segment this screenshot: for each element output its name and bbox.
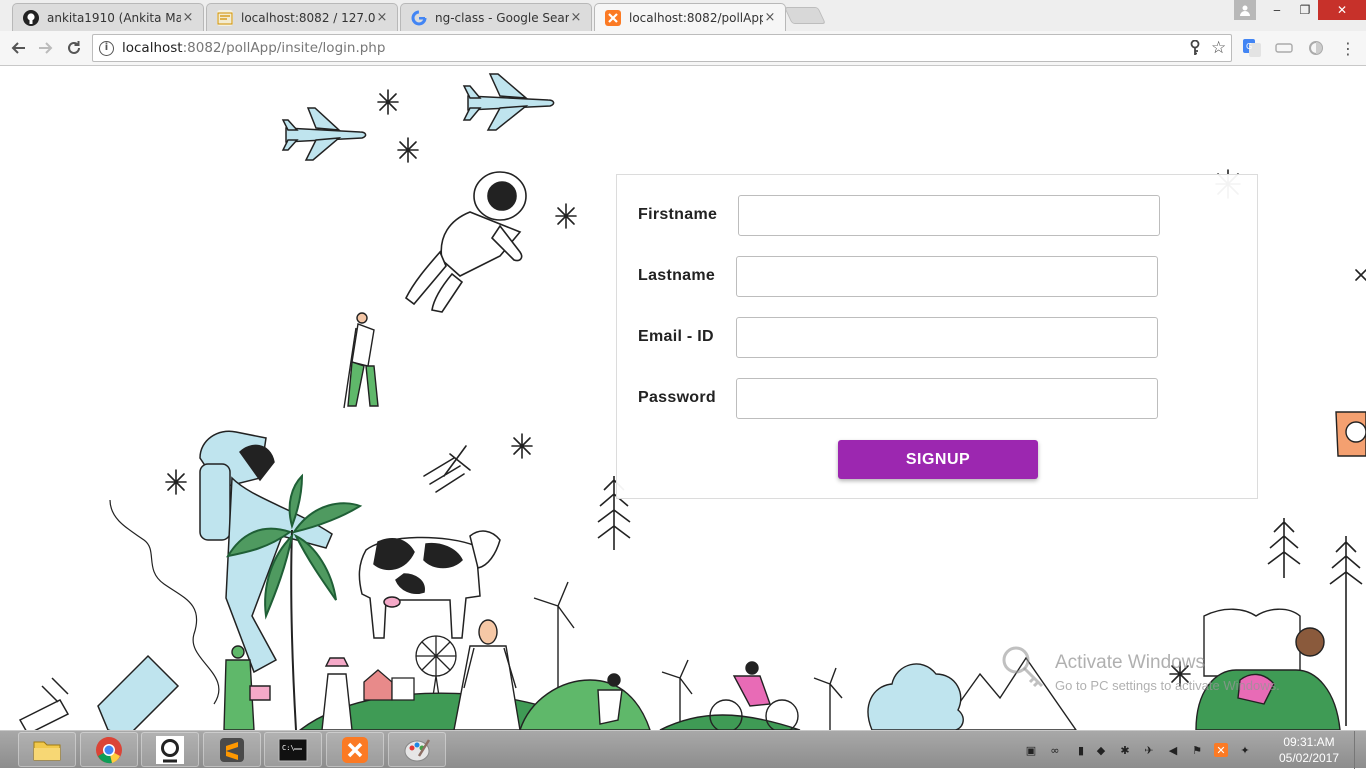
barn-illustration xyxy=(363,669,415,701)
woman-illustration xyxy=(453,619,521,730)
signup-form: Firstname Lastname Email - ID Password S… xyxy=(616,174,1258,499)
star-icon xyxy=(377,89,399,115)
tab-close-icon[interactable]: × xyxy=(763,10,777,25)
chrome-menu-icon[interactable]: ⋮ xyxy=(1339,39,1357,58)
reload-icon[interactable] xyxy=(61,35,87,61)
github-icon xyxy=(23,9,39,26)
tab-close-icon[interactable]: × xyxy=(181,10,195,25)
extension-icon[interactable] xyxy=(1307,39,1325,57)
google-translate-icon[interactable]: G xyxy=(1243,39,1261,57)
system-clock[interactable]: 09:31:AM 05/02/2017 xyxy=(1272,734,1346,766)
tab-title: ng-class - Google Search xyxy=(435,10,569,25)
page-content: Firstname Lastname Email - ID Password S… xyxy=(0,66,1366,730)
star-icon xyxy=(555,203,577,229)
key-icon[interactable] xyxy=(1189,39,1201,60)
bookmark-star-icon[interactable]: ☆ xyxy=(1211,38,1226,58)
battery-icon[interactable]: ▮ xyxy=(1074,743,1088,757)
cow-illustration xyxy=(358,530,501,639)
bush-illustration xyxy=(867,663,964,730)
clock-date: 05/02/2017 xyxy=(1278,751,1340,765)
airplane-icon xyxy=(281,107,367,161)
email-row: Email - ID xyxy=(617,317,1259,359)
astronaut-illustration xyxy=(404,171,527,313)
watermark-title: Activate Windows xyxy=(1055,652,1205,673)
forward-arrow-icon[interactable] xyxy=(33,35,59,61)
command-prompt-icon[interactable]: C:\ xyxy=(264,732,322,767)
chrome-icon[interactable] xyxy=(80,732,138,767)
person-peeking-illustration xyxy=(1335,411,1366,457)
app-icon[interactable] xyxy=(141,732,199,767)
lastname-row: Lastname xyxy=(617,256,1259,298)
star-icon xyxy=(511,433,533,459)
paint-icon[interactable] xyxy=(388,732,446,767)
password-row: Password xyxy=(617,378,1259,420)
minimize-button[interactable]: ‒ xyxy=(1264,0,1290,20)
volume-muted-icon[interactable]: ◀ xyxy=(1166,743,1180,757)
xampp-icon xyxy=(605,9,621,26)
farmer-illustration xyxy=(321,657,353,730)
key-icon xyxy=(1002,646,1044,688)
svg-text:G: G xyxy=(1246,42,1252,51)
google-icon xyxy=(411,10,427,26)
tab-close-icon[interactable]: × xyxy=(569,10,583,25)
profile-icon[interactable] xyxy=(1234,0,1256,20)
star-icon xyxy=(165,469,187,495)
reader-illustration xyxy=(1195,608,1341,730)
url-host: localhost xyxy=(122,40,183,56)
browser-toolbar: i localhost:8082/pollApp/insite/login.ph… xyxy=(0,31,1366,66)
info-icon[interactable]: i xyxy=(99,40,114,56)
firstname-input[interactable] xyxy=(738,195,1160,236)
tab-close-icon[interactable]: × xyxy=(375,10,389,25)
tab-phpmyadmin[interactable]: localhost:8082 / 127.0.0.1 × xyxy=(206,3,398,31)
golfer-illustration xyxy=(343,312,379,409)
firstname-row: Firstname xyxy=(617,195,1259,237)
network-icon[interactable]: ▣ xyxy=(1024,743,1038,757)
lastname-label: Lastname xyxy=(638,267,716,284)
address-bar[interactable]: i localhost:8082/pollApp/insite/login.ph… xyxy=(92,34,1232,62)
tab-title: ankita1910 (Ankita Masa xyxy=(47,10,181,25)
show-desktop-button[interactable] xyxy=(1354,731,1366,769)
extension-icon[interactable] xyxy=(1275,39,1293,57)
svg-text:C:\: C:\ xyxy=(282,744,295,752)
watermark-subtitle: Go to PC settings to activate Windows. xyxy=(1055,678,1280,693)
signal-icon[interactable]: ✈ xyxy=(1142,743,1156,757)
tab-title: localhost:8082/pollApp/i xyxy=(629,10,763,25)
maximize-button[interactable]: ❐ xyxy=(1292,0,1318,20)
firstname-label: Firstname xyxy=(638,206,718,223)
sublime-text-icon[interactable] xyxy=(203,732,261,767)
new-tab-button[interactable] xyxy=(784,7,826,24)
close-window-button[interactable]: ✕ xyxy=(1318,0,1366,20)
url-path: :8082/pollApp/insite/login.php xyxy=(182,40,386,56)
shooting-star-icon xyxy=(423,445,471,493)
tab-github[interactable]: ankita1910 (Ankita Masa × xyxy=(12,3,204,31)
phpmyadmin-icon xyxy=(217,9,233,26)
bluetooth-icon[interactable]: ✱ xyxy=(1118,743,1132,757)
xampp-tray-icon[interactable]: ✕ xyxy=(1214,743,1228,757)
browser-tab-strip: ankita1910 (Ankita Masa × localhost:8082… xyxy=(0,0,1366,31)
star-icon xyxy=(397,137,419,163)
email-label: Email - ID xyxy=(638,328,714,345)
shield-icon[interactable]: ◆ xyxy=(1094,743,1108,757)
tab-pollapp[interactable]: localhost:8082/pollApp/i × xyxy=(594,3,786,31)
password-input[interactable] xyxy=(736,378,1158,419)
clock-time: 09:31:AM xyxy=(1283,735,1335,749)
lastname-input[interactable] xyxy=(736,256,1158,297)
telescope-illustration xyxy=(18,654,180,730)
sync-icon[interactable]: ∞ xyxy=(1048,743,1062,757)
airplane-icon xyxy=(462,73,555,131)
tab-title: localhost:8082 / 127.0.0.1 xyxy=(241,10,375,25)
tab-google-search[interactable]: ng-class - Google Search × xyxy=(400,3,592,31)
xampp-icon[interactable] xyxy=(326,732,384,767)
back-arrow-icon[interactable] xyxy=(5,35,31,61)
password-label: Password xyxy=(638,389,716,406)
flag-icon[interactable]: ⚑ xyxy=(1190,743,1204,757)
email-input[interactable] xyxy=(736,317,1158,358)
file-explorer-icon[interactable] xyxy=(18,732,76,767)
windows-taskbar: C:\ ▣ ∞ ▮ ◆ ✱ ✈ ◀ ⚑ ✕ ✦ 09:31:AM 05/02/2… xyxy=(0,730,1366,769)
wifi-icon[interactable]: ✦ xyxy=(1238,743,1252,757)
star-icon xyxy=(1355,269,1366,281)
signup-button[interactable]: SIGNUP xyxy=(838,440,1038,479)
